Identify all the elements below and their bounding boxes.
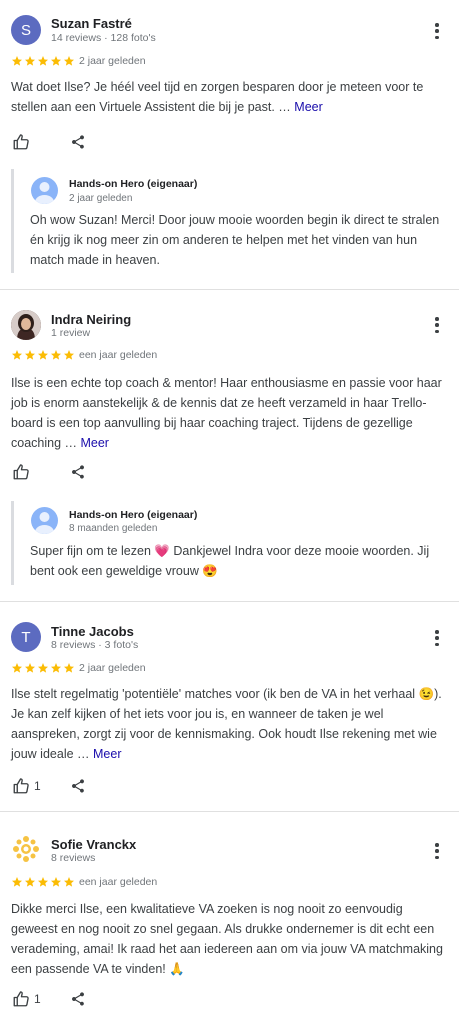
thumbs-up-icon <box>13 778 29 794</box>
share-icon[interactable] <box>70 134 86 150</box>
more-options-icon[interactable] <box>428 20 446 42</box>
star-icon <box>25 350 35 360</box>
star-icon <box>38 663 48 673</box>
star-rating <box>11 662 75 674</box>
star-rating <box>11 55 75 67</box>
owner-reply-text: Oh wow Suzan! Merci! Door jouw mooie woo… <box>30 213 440 267</box>
like-button[interactable]: 1 <box>12 777 41 795</box>
read-more-link[interactable]: Meer <box>80 436 108 450</box>
star-icon <box>12 663 22 673</box>
review-text-content: Dikke merci Ilse, een kwalitatieve VA zo… <box>11 902 443 976</box>
review-text: Ilse is een echte top coach & mentor! Ha… <box>11 373 449 453</box>
review-actions <box>12 132 30 152</box>
star-rating <box>11 349 75 361</box>
star-icon <box>25 663 35 673</box>
review-date: een jaar geleden <box>79 349 158 361</box>
star-icon <box>12 56 22 66</box>
reviewer-meta: 8 reviews <box>51 852 96 864</box>
star-icon <box>38 877 48 887</box>
read-more-link[interactable]: Meer <box>294 100 322 114</box>
share-icon[interactable] <box>70 778 86 794</box>
like-count: 1 <box>34 992 41 1006</box>
review-card: S Suzan Fastré 14 reviews · 128 foto's 2… <box>0 0 459 289</box>
review-text: Ilse stelt regelmatig 'potentiële' match… <box>11 684 449 764</box>
owner-reply-date: 2 jaar geleden <box>69 193 133 204</box>
owner-name: Hands-on Hero (eigenaar) <box>69 509 198 521</box>
star-icon <box>64 56 74 66</box>
review-text: Dikke merci Ilse, een kwalitatieve VA zo… <box>11 899 449 979</box>
thumbs-up-icon <box>13 134 29 150</box>
review-date: 2 jaar geleden <box>79 662 146 674</box>
star-icon <box>51 350 61 360</box>
star-icon <box>25 56 35 66</box>
reviewer-name[interactable]: Suzan Fastré <box>51 16 132 31</box>
review-date: 2 jaar geleden <box>79 55 146 67</box>
like-button[interactable]: 1 <box>12 990 41 1008</box>
reviewer-meta: 1 review <box>51 327 91 339</box>
star-icon <box>12 350 22 360</box>
review-actions: 1 <box>12 776 41 796</box>
reviewer-name[interactable]: Tinne Jacobs <box>51 624 134 639</box>
avatar[interactable]: S <box>11 15 41 45</box>
star-icon <box>64 663 74 673</box>
star-icon <box>51 56 61 66</box>
reviewer-meta: 8 reviews · 3 foto's <box>51 639 139 651</box>
star-icon <box>25 877 35 887</box>
share-icon[interactable] <box>70 991 86 1007</box>
reviewer-name[interactable]: Indra Neiring <box>51 312 131 327</box>
like-button[interactable] <box>12 463 30 481</box>
star-icon <box>51 663 61 673</box>
review-date: een jaar geleden <box>79 876 158 888</box>
more-options-icon[interactable] <box>428 840 446 862</box>
owner-avatar[interactable] <box>31 177 58 204</box>
avatar[interactable] <box>11 834 41 864</box>
star-icon <box>64 350 74 360</box>
star-rating <box>11 876 75 888</box>
review-text-content: Ilse stelt regelmatig 'potentiële' match… <box>11 687 442 761</box>
owner-reply-text: Super fijn om te lezen 💗 Dankjewel Indra… <box>30 544 430 578</box>
reviewer-name[interactable]: Sofie Vranckx <box>51 837 136 852</box>
like-button[interactable] <box>12 133 30 151</box>
owner-reply: Hands-on Hero (eigenaar) 2 jaar geleden … <box>11 169 449 273</box>
review-actions: 1 <box>12 989 41 1009</box>
review-card: Sofie Vranckx 8 reviews een jaar geleden… <box>0 812 459 1024</box>
avatar[interactable]: T <box>11 622 41 652</box>
star-icon <box>38 56 48 66</box>
read-more-link[interactable]: Meer <box>93 747 121 761</box>
thumbs-up-icon <box>13 464 29 480</box>
reviewer-meta: 14 reviews · 128 foto's <box>51 32 156 44</box>
more-options-icon[interactable] <box>428 627 446 649</box>
owner-reply: Hands-on Hero (eigenaar) 8 maanden geled… <box>11 501 449 585</box>
owner-name: Hands-on Hero (eigenaar) <box>69 178 198 190</box>
review-actions <box>12 462 30 482</box>
thumbs-up-icon <box>13 991 29 1007</box>
star-icon <box>12 877 22 887</box>
review-card: T Tinne Jacobs 8 reviews · 3 foto's 2 ja… <box>0 602 459 810</box>
owner-avatar[interactable] <box>31 507 58 534</box>
review-text-content: Ilse is een echte top coach & mentor! Ha… <box>11 376 442 450</box>
avatar[interactable] <box>11 310 41 340</box>
star-icon <box>51 877 61 887</box>
share-icon[interactable] <box>70 464 86 480</box>
star-icon <box>64 877 74 887</box>
like-count: 1 <box>34 779 41 793</box>
owner-reply-date: 8 maanden geleden <box>69 523 158 534</box>
review-text: Wat doet Ilse? Je héél veel tijd en zorg… <box>11 77 449 117</box>
review-card: Indra Neiring 1 review een jaar geleden … <box>0 290 459 601</box>
review-text-content: Wat doet Ilse? Je héél veel tijd en zorg… <box>11 80 424 114</box>
star-icon <box>38 350 48 360</box>
more-options-icon[interactable] <box>428 314 446 336</box>
